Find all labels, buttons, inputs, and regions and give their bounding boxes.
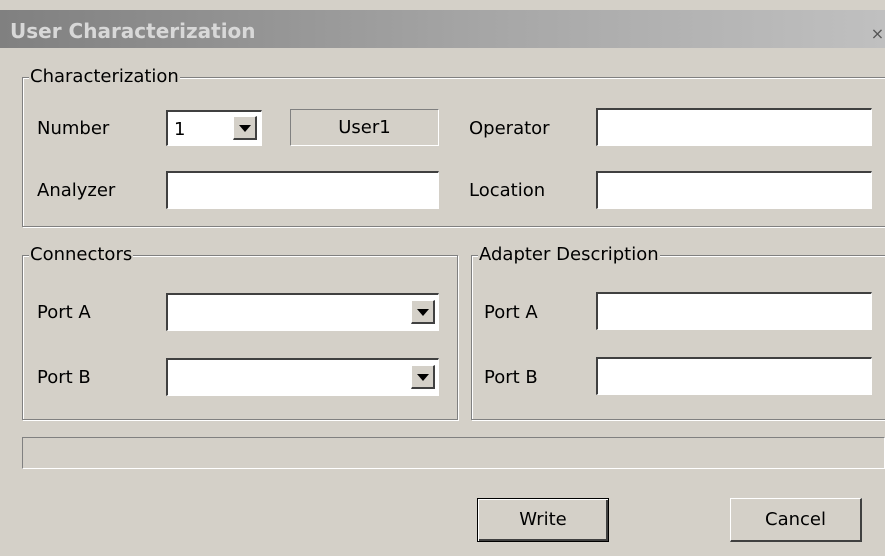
adapter-port-b-label: Port B [484, 367, 538, 388]
adapter-port-a-field[interactable] [596, 292, 872, 330]
user-name-text: User1 [338, 117, 391, 138]
connectors-port-b-combobox[interactable] [166, 358, 439, 396]
close-icon[interactable]: × [870, 26, 885, 42]
characterization-legend: Characterization [29, 66, 180, 88]
chevron-down-icon [417, 374, 429, 381]
analyzer-field[interactable] [166, 171, 439, 209]
operator-label: Operator [469, 118, 550, 139]
number-dropdown-button[interactable] [233, 116, 257, 140]
number-label: Number [37, 118, 110, 139]
write-button-label: Write [519, 509, 567, 530]
connectors-port-a-combobox[interactable] [166, 293, 439, 331]
adapter-port-a-label: Port A [484, 302, 538, 323]
cancel-button-label: Cancel [765, 509, 826, 530]
number-value: 1 [174, 119, 186, 140]
number-combobox[interactable]: 1 [166, 110, 262, 146]
connectors-port-b-label: Port B [37, 367, 91, 388]
analyzer-label: Analyzer [37, 180, 116, 201]
connectors-port-b-dropdown-button[interactable] [411, 365, 435, 389]
title-bar[interactable]: User Characterization × [0, 10, 885, 48]
chevron-down-icon [417, 309, 429, 316]
connectors-legend: Connectors [29, 244, 134, 266]
cancel-button[interactable]: Cancel [730, 498, 862, 542]
adapter-port-b-field[interactable] [596, 357, 872, 395]
connectors-port-a-label: Port A [37, 302, 91, 323]
window-title: User Characterization [10, 19, 256, 43]
location-field[interactable] [596, 171, 872, 209]
chevron-down-icon [239, 125, 251, 132]
write-button[interactable]: Write [477, 498, 609, 542]
adapter-description-group: Adapter Description [471, 244, 885, 420]
operator-field[interactable] [596, 108, 872, 146]
location-label: Location [469, 180, 546, 201]
user-characterization-dialog: User Characterization × Characterization… [0, 0, 885, 556]
user-name-display: User1 [290, 109, 439, 146]
connectors-port-a-dropdown-button[interactable] [411, 300, 435, 324]
status-bar [22, 437, 885, 469]
adapter-description-legend: Adapter Description [478, 244, 660, 266]
